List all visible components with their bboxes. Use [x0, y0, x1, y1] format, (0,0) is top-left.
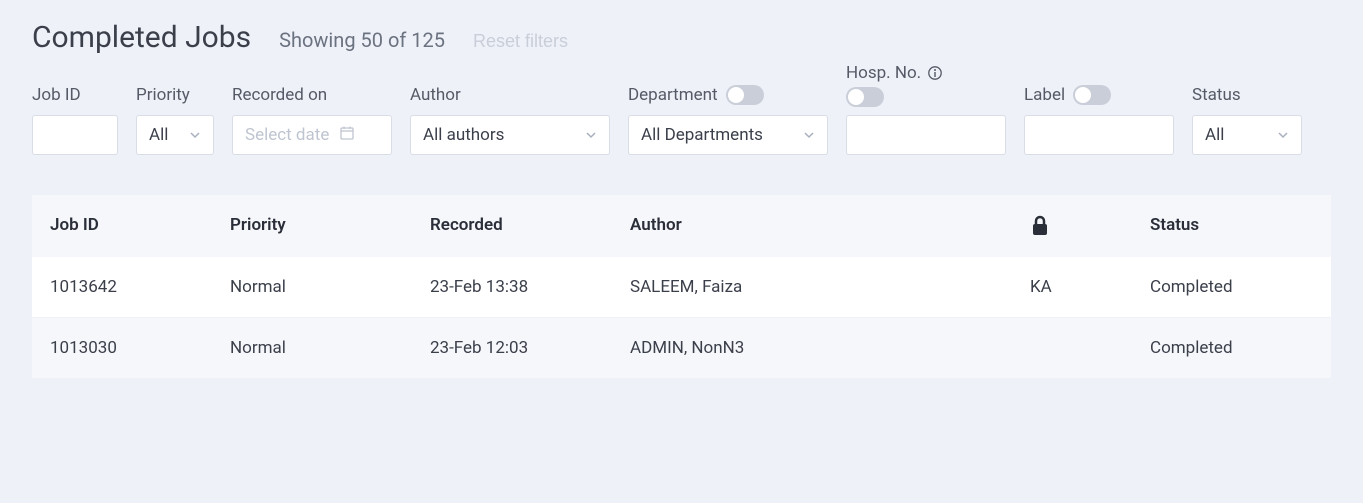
priority-value: All	[149, 125, 168, 145]
cell-jobid: 1013642	[50, 277, 230, 297]
jobs-table: Job ID Priority Recorded Author Status 1…	[32, 195, 1331, 379]
cell-status: Completed	[1150, 338, 1313, 358]
col-header-status[interactable]: Status	[1150, 215, 1313, 237]
cell-author: SALEEM, Faiza	[630, 277, 1030, 297]
status-select[interactable]: All	[1192, 115, 1302, 155]
cell-recorded: 23-Feb 13:38	[430, 277, 630, 297]
hosp-no-input[interactable]	[846, 115, 1006, 155]
col-header-recorded[interactable]: Recorded	[430, 215, 630, 237]
department-toggle[interactable]	[726, 85, 764, 105]
label-toggle[interactable]	[1073, 85, 1111, 105]
cell-status: Completed	[1150, 277, 1313, 297]
hosp-no-label: Hosp. No.	[846, 63, 921, 83]
table-row[interactable]: 1013030 Normal 23-Feb 12:03 ADMIN, NonN3…	[32, 318, 1331, 379]
chevron-down-icon	[189, 129, 201, 141]
cell-author: ADMIN, NonN3	[630, 338, 1030, 358]
lock-icon	[1030, 215, 1150, 237]
reset-filters-button[interactable]: Reset filters	[473, 31, 568, 52]
status-label: Status	[1192, 85, 1241, 105]
cell-jobid: 1013030	[50, 338, 230, 358]
cell-priority: Normal	[230, 338, 430, 358]
department-value: All Departments	[641, 125, 763, 145]
priority-select[interactable]: All	[136, 115, 214, 155]
department-label: Department	[628, 85, 718, 105]
col-header-priority[interactable]: Priority	[230, 215, 430, 237]
cell-lock: KA	[1030, 277, 1150, 297]
recorded-on-placeholder: Select date	[245, 125, 329, 145]
priority-label: Priority	[136, 85, 190, 105]
department-select[interactable]: All Departments	[628, 115, 828, 155]
col-header-author[interactable]: Author	[630, 215, 1030, 237]
label-field-label: Label	[1024, 85, 1065, 105]
recorded-on-datepicker[interactable]: Select date	[232, 115, 392, 155]
author-value: All authors	[423, 125, 504, 145]
chevron-down-icon	[803, 129, 815, 141]
label-input[interactable]	[1024, 115, 1174, 155]
col-header-jobid[interactable]: Job ID	[50, 215, 230, 237]
showing-count: Showing 50 of 125	[279, 28, 445, 52]
cell-lock	[1030, 338, 1150, 358]
page-title: Completed Jobs	[32, 20, 251, 55]
hosp-no-toggle[interactable]	[846, 87, 884, 107]
cell-priority: Normal	[230, 277, 430, 297]
job-id-label: Job ID	[32, 85, 81, 105]
info-icon	[927, 65, 943, 81]
cell-recorded: 23-Feb 12:03	[430, 338, 630, 358]
author-label: Author	[410, 85, 461, 105]
chevron-down-icon	[585, 129, 597, 141]
calendar-icon	[339, 125, 355, 146]
table-row[interactable]: 1013642 Normal 23-Feb 13:38 SALEEM, Faiz…	[32, 257, 1331, 318]
table-header: Job ID Priority Recorded Author Status	[32, 195, 1331, 257]
author-select[interactable]: All authors	[410, 115, 610, 155]
job-id-input[interactable]	[32, 115, 118, 155]
recorded-on-label: Recorded on	[232, 85, 327, 105]
status-value: All	[1205, 125, 1224, 145]
chevron-down-icon	[1277, 129, 1289, 141]
